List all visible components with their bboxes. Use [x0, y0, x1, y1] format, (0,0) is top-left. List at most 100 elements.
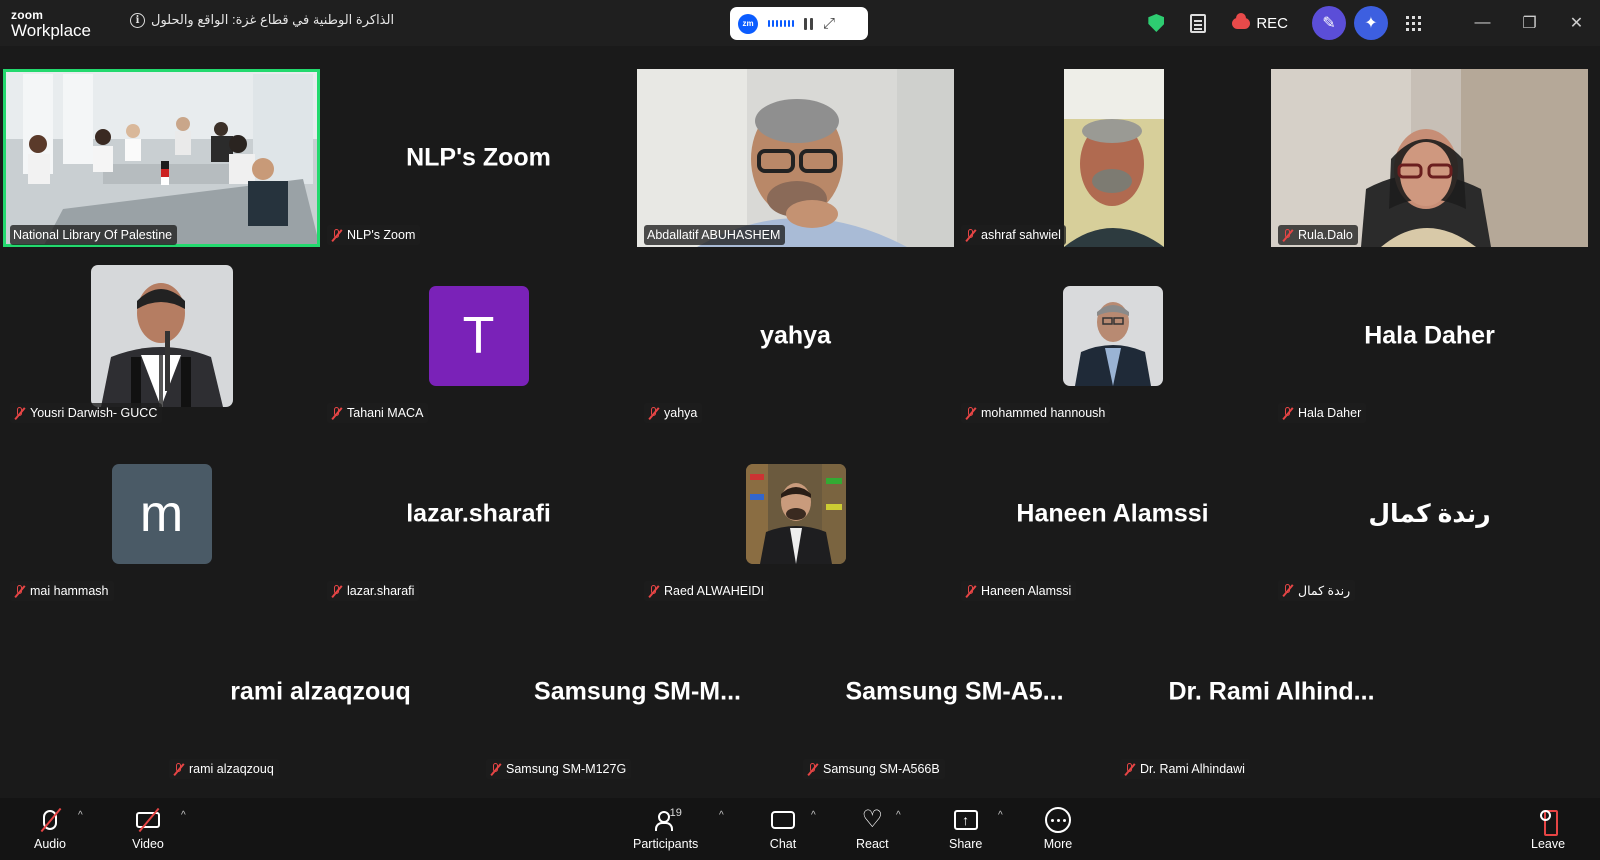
title-bar: zoom Workplace i الذاكرة الوطنية في قطاع…	[0, 0, 1600, 46]
participant-video	[637, 69, 954, 247]
participant-name-label: Tahani MACA	[327, 403, 429, 423]
participant-avatar: T	[428, 286, 529, 386]
participant-display-name: lazar.sharafi	[406, 499, 551, 528]
leave-label: Leave	[1531, 837, 1566, 851]
participant-name-label: yahya	[644, 403, 703, 423]
meeting-info[interactable]: i الذاكرة الوطنية في قطاع غزة: الواقع وا…	[130, 12, 394, 28]
participant-tile[interactable]: رندة كمال رندة كمال	[1271, 425, 1588, 603]
participant-tile[interactable]: T Tahani MACA	[320, 247, 637, 425]
participant-name-label: lazar.sharafi	[327, 581, 420, 601]
zm-icon: zm	[738, 13, 758, 34]
participants-label: Participants	[633, 837, 699, 851]
participant-tile[interactable]: National Library Of Palestine	[3, 69, 320, 247]
chat-caret-icon[interactable]: ^	[811, 810, 821, 821]
pause-icon[interactable]	[804, 17, 813, 30]
mic-muted-icon	[330, 584, 343, 598]
mic-muted-icon	[806, 762, 819, 776]
mic-muted-icon	[489, 762, 502, 776]
react-caret-icon[interactable]: ^	[896, 810, 906, 821]
mic-muted-icon	[964, 406, 977, 420]
record-indicator[interactable]: REC	[1232, 12, 1288, 32]
react-button[interactable]: ♡ React	[856, 805, 889, 852]
close-icon[interactable]: ✕	[1553, 0, 1600, 46]
audio-wave-icon	[768, 20, 794, 27]
participant-name-label: rami alzaqzouq	[169, 759, 279, 779]
participant-name-label: Samsung SM-A566B	[803, 759, 945, 779]
participant-display-name: Haneen Alamssi	[1016, 499, 1209, 528]
notes-icon[interactable]	[1190, 13, 1207, 33]
participant-display-name: NLP's Zoom	[406, 143, 551, 172]
meeting-toolbar: Audio ^ Video ^ 19 Participants ^ Chat ^…	[0, 798, 1600, 860]
minimize-icon[interactable]: —	[1459, 0, 1506, 46]
participant-name-label: رندة كمال	[1278, 580, 1356, 601]
participant-name-label: Dr. Rami Alhindawi	[1120, 759, 1250, 779]
participant-name-label: Hala Daher	[1278, 403, 1367, 423]
participant-tile[interactable]: Hala Daher Hala Daher	[1271, 247, 1588, 425]
share-button[interactable]: ↑ Share	[949, 805, 982, 851]
participant-tile[interactable]: mohammed hannoush	[954, 247, 1271, 425]
participant-display-name: Dr. Rami Alhind...	[1168, 677, 1375, 706]
participant-tile[interactable]: Samsung SM-A5... Samsung SM-A566B	[796, 603, 1113, 781]
mic-muted-icon	[647, 406, 660, 420]
participant-tile[interactable]: rami alzaqzouq rami alzaqzouq	[162, 603, 479, 781]
apps-grid-icon[interactable]	[1406, 15, 1421, 31]
participant-name: Rula.Dalo	[1298, 228, 1353, 242]
participant-tile[interactable]: yahya yahya	[637, 247, 954, 425]
participant-name: Samsung SM-M127G	[506, 762, 627, 776]
participants-caret-icon[interactable]: ^	[719, 810, 729, 821]
participant-display-name: رندة كمال	[1368, 500, 1491, 528]
participant-tile[interactable]: lazar.sharafi lazar.sharafi	[320, 425, 637, 603]
participant-name: ashraf sahwiel	[981, 228, 1061, 242]
participant-tile[interactable]: Rula.Dalo	[1271, 69, 1588, 247]
cloud-record-icon	[1232, 12, 1251, 29]
mic-muted-icon	[964, 584, 977, 598]
participant-tile[interactable]: ashraf sahwiel	[954, 69, 1271, 247]
heart-icon: ♡	[861, 806, 884, 833]
ai-pen-icon[interactable]: ✎	[1312, 6, 1346, 40]
participants-count: 19	[669, 807, 682, 819]
participant-tile[interactable]: Yousri Darwish- GUCC	[3, 247, 320, 425]
expand-icon[interactable]: ⤢	[823, 15, 835, 32]
mic-muted-icon	[964, 228, 977, 242]
participant-name: mohammed hannoush	[981, 406, 1106, 420]
participants-button[interactable]: 19 Participants	[633, 805, 698, 851]
mic-muted-icon	[647, 584, 660, 598]
ai-companion-icon[interactable]: ✦	[1354, 6, 1388, 40]
chat-button[interactable]: Chat	[768, 805, 798, 851]
audio-button[interactable]: Audio	[30, 805, 70, 851]
participant-name: Haneen Alamssi	[981, 584, 1072, 598]
zoom-workplace-logo: zoom Workplace	[11, 9, 91, 39]
participant-name: رندة كمال	[1298, 584, 1351, 598]
participant-display-name: rami alzaqzouq	[230, 677, 411, 706]
participant-tile[interactable]: Haneen Alamssi Haneen Alamssi	[954, 425, 1271, 603]
leave-button[interactable]: Leave	[1531, 805, 1565, 851]
participant-video	[954, 69, 1271, 247]
logo-workplace-text: Workplace	[11, 21, 91, 40]
mic-muted-icon	[172, 762, 185, 776]
more-button[interactable]: More	[1043, 805, 1073, 851]
profile-photo	[745, 464, 846, 564]
participant-name-label: Yousri Darwish- GUCC	[10, 403, 163, 423]
shield-icon[interactable]	[1148, 14, 1165, 32]
participant-tile[interactable]: m mai hammash	[3, 425, 320, 603]
info-icon[interactable]: i	[130, 12, 145, 28]
share-caret-icon[interactable]: ^	[998, 810, 1008, 821]
participant-tile[interactable]: Dr. Rami Alhind... Dr. Rami Alhindawi	[1113, 603, 1430, 781]
participant-name-label: Samsung SM-M127G	[486, 759, 632, 779]
participant-name: yahya	[664, 406, 698, 420]
participant-tile[interactable]: Samsung SM-M... Samsung SM-M127G	[479, 603, 796, 781]
video-options-caret-icon[interactable]: ^	[181, 810, 191, 821]
participant-tile[interactable]: Abdallatif ABUHASHEM	[637, 69, 954, 247]
restore-icon[interactable]: ❐	[1506, 0, 1553, 46]
video-button[interactable]: Video	[128, 805, 168, 851]
logo-zoom-text: zoom	[11, 8, 44, 22]
audio-label: Audio	[34, 837, 66, 851]
mic-muted-icon	[1123, 762, 1136, 776]
participant-tile[interactable]: Raed ALWAHEIDI	[637, 425, 954, 603]
participant-tile[interactable]: NLP's Zoom NLP's Zoom	[320, 69, 637, 247]
participant-name-label: NLP's Zoom	[327, 225, 421, 245]
participant-name: Yousri Darwish- GUCC	[30, 406, 158, 420]
audio-options-caret-icon[interactable]: ^	[78, 810, 88, 821]
participant-name: Raed ALWAHEIDI	[664, 584, 765, 598]
participant-name: National Library Of Palestine	[13, 228, 173, 242]
